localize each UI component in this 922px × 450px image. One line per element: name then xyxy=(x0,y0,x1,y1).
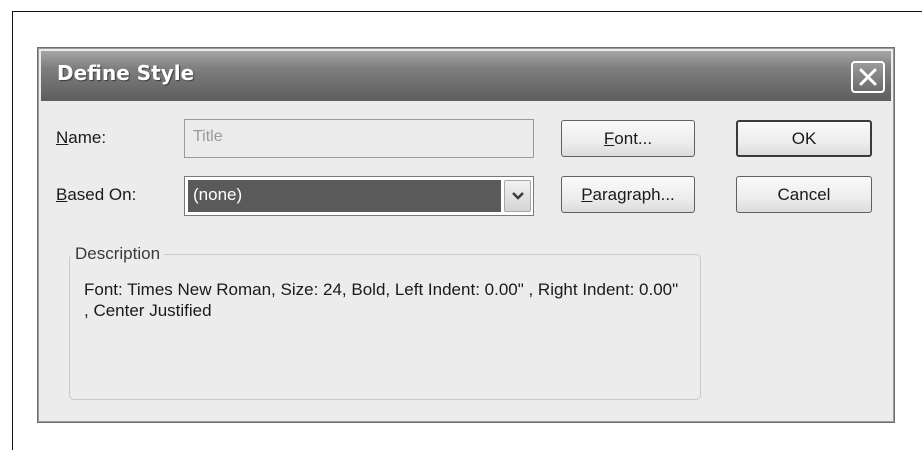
name-label-accelerator: N xyxy=(56,128,69,147)
paragraph-button-accelerator: P xyxy=(581,185,593,204)
frame-left-border xyxy=(12,11,13,450)
ok-button[interactable]: OK xyxy=(736,120,872,157)
paragraph-button-label: aragraph... xyxy=(592,185,675,204)
based-on-label-text: ased On: xyxy=(67,185,137,204)
cancel-button[interactable]: Cancel xyxy=(736,176,872,213)
frame-top-border xyxy=(12,11,922,12)
description-text: Font: Times New Roman, Size: 24, Bold, L… xyxy=(84,280,679,320)
based-on-select[interactable]: (none) xyxy=(184,176,534,216)
name-input-value: Title xyxy=(193,128,223,145)
dialog-body: Name: Title Based On: (none) Font... Par… xyxy=(41,101,891,419)
based-on-selected-value: (none) xyxy=(188,180,501,212)
font-button[interactable]: Font... xyxy=(561,120,695,157)
based-on-label: Based On: xyxy=(56,185,136,205)
font-button-accelerator: F xyxy=(603,129,615,148)
description-group xyxy=(69,254,701,400)
name-label: Name: xyxy=(56,128,106,148)
dialog-title: Define Style xyxy=(57,61,195,85)
name-label-text: ame: xyxy=(68,128,107,147)
chevron-down-icon xyxy=(512,192,524,200)
name-input[interactable]: Title xyxy=(184,119,534,158)
paragraph-button[interactable]: Paragraph... xyxy=(561,176,695,213)
description-legend: Description xyxy=(71,244,165,264)
close-icon xyxy=(859,68,877,86)
define-style-dialog: Define Style Name: Title Based On: (none… xyxy=(37,47,895,423)
font-button-label: ont... xyxy=(614,129,653,148)
close-button[interactable] xyxy=(851,61,885,93)
based-on-dropdown-button[interactable] xyxy=(504,180,531,212)
based-on-label-accelerator: B xyxy=(56,185,68,204)
title-bar[interactable]: Define Style xyxy=(41,51,891,101)
